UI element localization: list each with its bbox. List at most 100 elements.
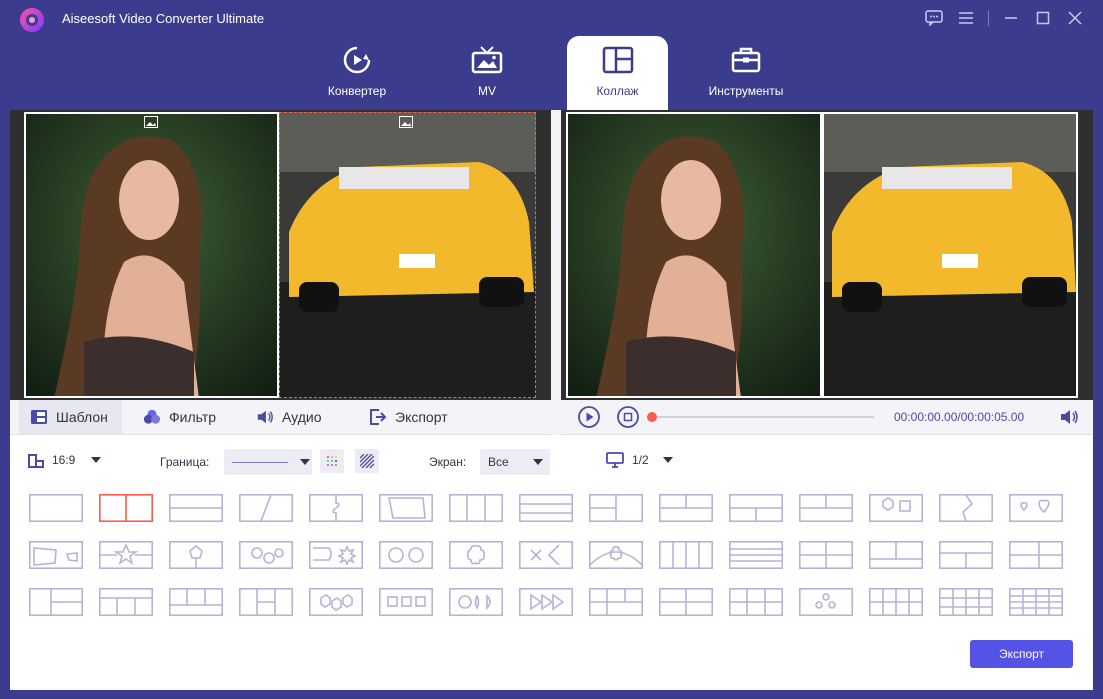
play-icon[interactable] (578, 406, 600, 428)
template-thumbnail[interactable] (588, 587, 644, 617)
template-thumbnail[interactable] (728, 587, 784, 617)
template-thumbnail[interactable] (938, 587, 994, 617)
filter-icon (143, 408, 161, 426)
border-style-select[interactable] (224, 449, 312, 475)
template-thumbnail[interactable] (518, 540, 574, 570)
tab-tools-label: Инструменты (708, 84, 784, 98)
template-thumbnail[interactable] (1008, 540, 1064, 570)
collage-icon (602, 44, 634, 76)
tab-audio[interactable]: Аудио (256, 400, 322, 434)
tab-export[interactable]: Экспорт (369, 400, 448, 434)
template-thumbnail[interactable] (798, 540, 854, 570)
template-thumbnail[interactable] (378, 587, 434, 617)
image-icon[interactable] (144, 116, 158, 128)
tab-filter-label: Фильтр (169, 409, 217, 425)
template-thumbnail[interactable] (448, 540, 504, 570)
tab-converter[interactable]: Конвертер (307, 36, 407, 110)
template-thumbnail[interactable] (238, 493, 294, 523)
maximize-icon[interactable] (1027, 8, 1059, 28)
aspect-ratio-select[interactable]: 16:9 (28, 452, 102, 468)
template-thumbnail[interactable] (378, 540, 434, 570)
template-thumbnail[interactable] (798, 587, 854, 617)
template-thumbnail[interactable] (798, 493, 854, 523)
collage-options-row: 16:9 Граница: Экран: Все 1/2 (10, 435, 1093, 487)
audio-icon (256, 408, 274, 426)
collage-cell-portrait[interactable] (24, 112, 279, 398)
result-cell-car (822, 112, 1078, 398)
screen-label: Экран: (429, 455, 467, 469)
volume-icon[interactable] (1059, 408, 1079, 426)
template-thumbnail[interactable] (728, 540, 784, 570)
collage-cell-car[interactable] (279, 112, 536, 398)
template-thumbnail[interactable] (448, 493, 504, 523)
export-icon (369, 408, 387, 426)
template-thumbnail[interactable] (938, 540, 994, 570)
tab-tools[interactable]: Инструменты (696, 36, 796, 110)
monitor-icon (606, 452, 624, 468)
page-value: 1/2 (632, 453, 649, 467)
tab-template[interactable]: Шаблон (19, 400, 122, 434)
template-thumbnail[interactable] (28, 540, 84, 570)
template-thumbnail[interactable] (28, 493, 84, 523)
app-window: Aiseesoft Video Converter Ultimate Конве… (0, 0, 1103, 699)
portrait-photo (566, 112, 822, 398)
template-thumbnail[interactable] (378, 493, 434, 523)
tab-mv[interactable]: MV (437, 36, 537, 110)
template-thumbnail[interactable] (448, 587, 504, 617)
screen-select[interactable]: Все (480, 449, 550, 475)
progress-track[interactable] (652, 416, 874, 418)
template-thumbnail[interactable] (308, 540, 364, 570)
menu-icon[interactable] (950, 8, 982, 28)
template-thumbnail[interactable] (308, 493, 364, 523)
portrait-photo (24, 112, 279, 398)
template-thumbnail[interactable] (518, 587, 574, 617)
template-icon (30, 408, 48, 426)
template-thumbnail[interactable] (238, 540, 294, 570)
template-thumbnail[interactable] (1008, 587, 1064, 617)
template-thumbnail[interactable] (168, 493, 224, 523)
tab-collage[interactable]: Коллаж (567, 36, 668, 110)
feedback-icon[interactable] (918, 8, 950, 28)
template-thumbnail[interactable] (588, 493, 644, 523)
export-button[interactable]: Экспорт (970, 640, 1073, 668)
template-thumbnail[interactable] (658, 540, 714, 570)
app-title: Aiseesoft Video Converter Ultimate (62, 11, 265, 26)
image-icon[interactable] (399, 116, 413, 128)
template-thumbnail[interactable] (658, 493, 714, 523)
template-thumbnail[interactable] (868, 540, 924, 570)
template-thumbnail[interactable] (658, 587, 714, 617)
mv-tv-icon (471, 44, 503, 76)
template-thumbnail[interactable] (168, 587, 224, 617)
minimize-icon[interactable] (995, 8, 1027, 28)
template-thumbnail[interactable] (868, 587, 924, 617)
progress-knob[interactable] (647, 412, 657, 422)
template-thumbnail[interactable] (238, 587, 294, 617)
car-photo (822, 112, 1078, 398)
aspect-ratio-icon (28, 454, 44, 468)
template-thumbnail[interactable] (28, 587, 84, 617)
template-thumbnail[interactable] (98, 493, 154, 523)
app-logo-icon (20, 8, 44, 32)
pane-divider (551, 110, 561, 435)
page-select[interactable]: 1/2 (606, 452, 673, 468)
template-thumbnail[interactable] (868, 493, 924, 523)
template-thumbnail[interactable] (308, 587, 364, 617)
template-thumbnail[interactable] (588, 540, 644, 570)
tab-collage-label: Коллаж (596, 84, 639, 98)
template-thumbnail[interactable] (168, 540, 224, 570)
stop-icon[interactable] (617, 406, 639, 428)
border-pattern-button[interactable] (355, 449, 379, 473)
tab-filter[interactable]: Фильтр (143, 400, 216, 434)
close-icon[interactable] (1059, 8, 1091, 28)
template-thumbnail[interactable] (518, 493, 574, 523)
border-line-preview (232, 461, 288, 463)
template-thumbnail[interactable] (938, 493, 994, 523)
template-thumbnail[interactable] (98, 540, 154, 570)
window-controls (918, 8, 1091, 28)
template-thumbnail[interactable] (728, 493, 784, 523)
template-thumbnail[interactable] (1008, 493, 1064, 523)
collage-result-preview (561, 110, 1093, 400)
template-thumbnail[interactable] (98, 587, 154, 617)
color-dots-icon (327, 456, 337, 466)
border-color-button[interactable] (320, 449, 344, 473)
